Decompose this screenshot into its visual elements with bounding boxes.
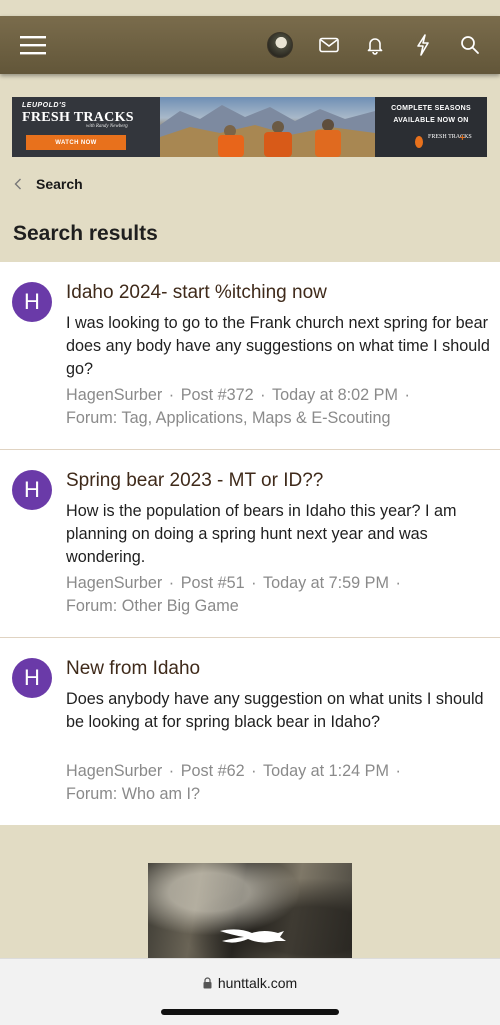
chevron-left-icon <box>14 178 21 190</box>
ad-right-line2: AVAILABLE NOW ON <box>393 117 469 124</box>
url-display[interactable]: hunttalk.com <box>0 975 500 991</box>
ad-host: with Randy Newberg <box>86 124 128 129</box>
result-snippet: I was looking to go to the Frank church … <box>66 314 490 378</box>
search-results-list: H Idaho 2024- start %itching now I was l… <box>0 262 500 825</box>
ad-right-panel: COMPLETE SEASONS AVAILABLE NOW ON FRESH … <box>375 97 487 157</box>
result-snippet: Does anybody have any suggestion on what… <box>66 690 484 731</box>
user-avatar[interactable] <box>265 16 295 74</box>
forum-link[interactable]: Forum: Other Big Game <box>66 595 490 618</box>
breadcrumb[interactable]: Search <box>14 172 83 196</box>
post-number-link[interactable]: Post #51 <box>181 574 245 592</box>
watch-now-button[interactable]: WATCH NOW <box>26 135 126 150</box>
page-title: Search results <box>13 222 158 245</box>
post-time: Today at 7:59 PM <box>262 574 389 592</box>
forum-link[interactable]: Forum: Tag, Applications, Maps & E-Scout… <box>66 407 490 430</box>
result-meta: HagenSurber · Post #62 · Today at 1:24 P… <box>66 762 401 780</box>
lock-icon <box>203 977 212 989</box>
breadcrumb-label[interactable]: Search <box>36 176 83 192</box>
forum-link[interactable]: Forum: Who am I? <box>66 783 490 806</box>
result-meta: HagenSurber · Post #372 · Today at 8:02 … <box>66 386 410 404</box>
menu-icon[interactable] <box>16 16 50 74</box>
search-icon[interactable] <box>456 16 484 74</box>
post-number-link[interactable]: Post #372 <box>181 386 254 404</box>
ad-brand: LEUPOLD'S <box>22 102 67 109</box>
ad-left-panel: LEUPOLD'S FRESH TRACKS with Randy Newber… <box>12 97 160 157</box>
post-time: Today at 1:24 PM <box>262 762 389 780</box>
avatar[interactable]: H <box>12 658 52 698</box>
search-result-item[interactable]: H New from Idaho Does anybody have any s… <box>0 638 500 825</box>
result-snippet: How is the population of bears in Idaho … <box>66 502 457 566</box>
search-result-item[interactable]: H Spring bear 2023 - MT or ID?? How is t… <box>0 450 500 638</box>
sitka-ad-image[interactable] <box>148 863 352 960</box>
ad-photo-hunters <box>160 97 375 157</box>
url-text: hunttalk.com <box>217 975 298 991</box>
ad-right-line1: COMPLETE SEASONS <box>391 105 471 112</box>
plus-icon: + <box>459 133 466 142</box>
result-title-link[interactable]: Idaho 2024- start %itching now <box>66 282 327 304</box>
author-link[interactable]: HagenSurber <box>66 386 162 404</box>
avatar <box>267 32 293 58</box>
result-title-link[interactable]: New from Idaho <box>66 658 200 680</box>
top-navigation-bar <box>0 16 500 74</box>
bolt-icon[interactable] <box>409 16 437 74</box>
avatar[interactable]: H <box>12 282 52 322</box>
search-result-item[interactable]: H Idaho 2024- start %itching now I was l… <box>0 262 500 450</box>
track-icon <box>415 136 423 148</box>
envelope-icon[interactable] <box>315 16 343 74</box>
post-time: Today at 8:02 PM <box>271 386 398 404</box>
avatar[interactable]: H <box>12 470 52 510</box>
status-bar <box>0 0 500 16</box>
post-number-link[interactable]: Post #62 <box>181 762 245 780</box>
browser-url-bar[interactable]: hunttalk.com <box>0 958 500 1025</box>
fresh-tracks-ad-banner[interactable]: LEUPOLD'S FRESH TRACKS with Randy Newber… <box>12 97 487 157</box>
bell-icon[interactable] <box>361 16 389 74</box>
result-meta: HagenSurber · Post #51 · Today at 7:59 P… <box>66 574 401 592</box>
result-title-link[interactable]: Spring bear 2023 - MT or ID?? <box>66 470 323 492</box>
author-link[interactable]: HagenSurber <box>66 574 162 592</box>
author-link[interactable]: HagenSurber <box>66 762 162 780</box>
sitka-logo-icon <box>220 929 286 943</box>
home-indicator[interactable] <box>161 1009 339 1015</box>
